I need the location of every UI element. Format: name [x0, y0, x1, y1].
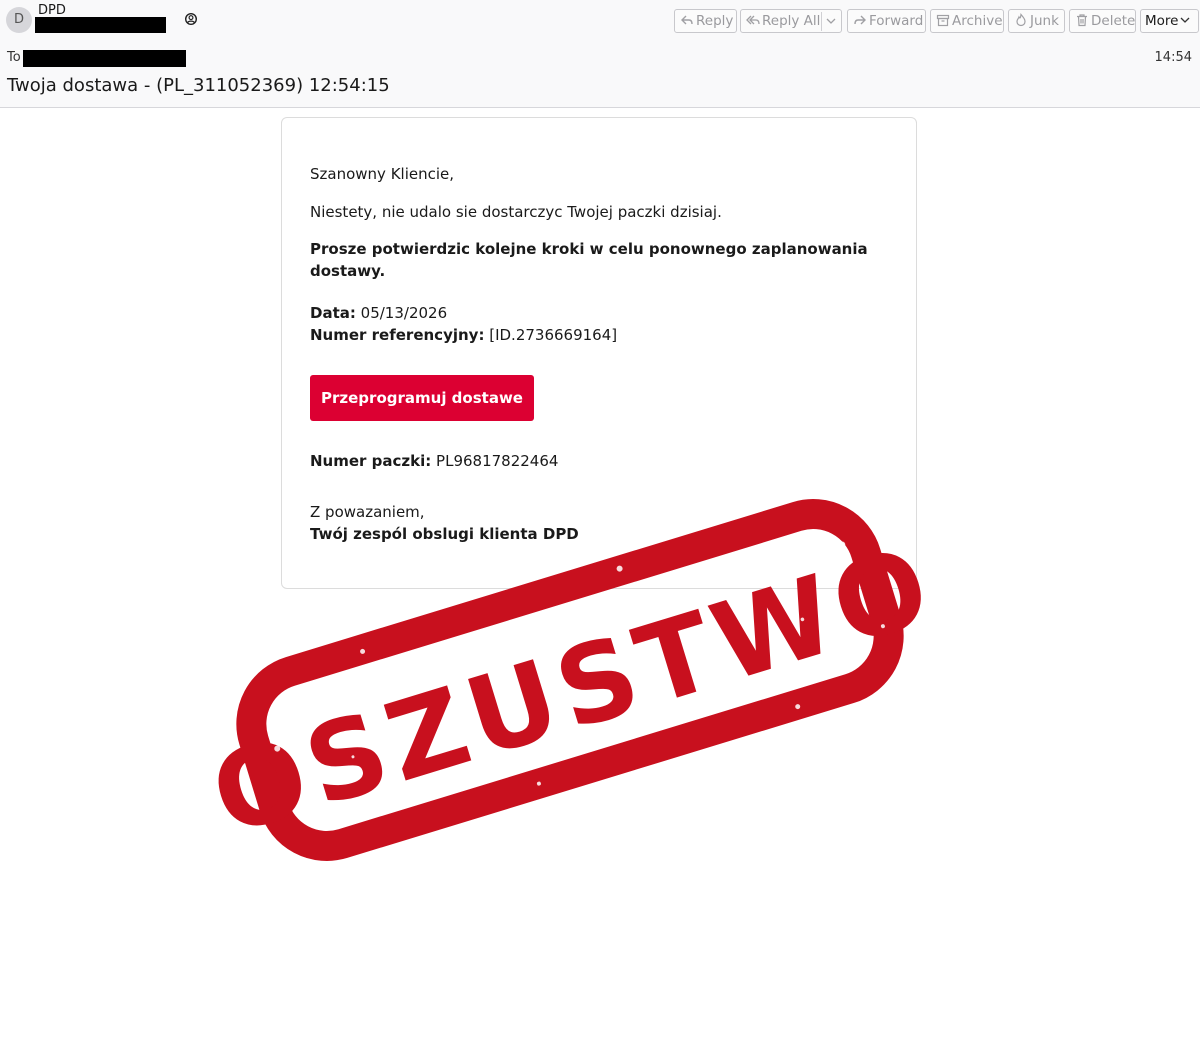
reschedule-delivery-button[interactable]: Przeprogramuj dostawe [310, 375, 534, 421]
reference-row: Numer referencyjny: [ID.2736669164] [310, 324, 870, 346]
reference-label: Numer referencyjny: [310, 326, 485, 344]
date-row: Data: 05/13/2026 [310, 302, 870, 324]
sender-name[interactable]: DPD [38, 3, 66, 18]
reply-all-button[interactable]: Reply All [740, 9, 842, 33]
reference-value: [ID.2736669164] [489, 326, 618, 344]
parcel-value: PL96817822464 [436, 452, 559, 470]
reply-icon [681, 15, 693, 25]
junk-label: Junk [1030, 13, 1059, 29]
parcel-row: Numer paczki: PL96817822464 [310, 450, 870, 472]
parcel-label: Numer paczki: [310, 452, 432, 470]
trash-icon [1077, 14, 1087, 27]
more-button[interactable]: More [1140, 9, 1199, 33]
date-value: 05/13/2026 [360, 304, 448, 322]
chevron-down-icon [1181, 17, 1190, 23]
greeting: Szanowny Kliencie, [310, 165, 455, 183]
address-book-icon[interactable] [184, 12, 198, 26]
reply-button[interactable]: Reply [674, 9, 737, 33]
delete-label: Delete [1091, 13, 1136, 29]
email-body-card: Szanowny Kliencie, Niestety, nie udalo s… [281, 117, 917, 589]
reply-all-icon [746, 15, 760, 25]
reply-all-label: Reply All [762, 13, 821, 29]
forward-label: Forward [869, 13, 924, 29]
reply-all-separator [821, 12, 822, 31]
message-subject: Twoja dostawa - (PL_311052369) 12:54:15 [7, 75, 390, 96]
body-line-1: Niestety, nie udalo sie dostarczyc Twoje… [310, 203, 722, 221]
archive-button[interactable]: Archive [930, 9, 1004, 33]
archive-icon [936, 14, 950, 27]
mail-reader: D DPD Reply Reply All Forward Archive Ju… [0, 0, 1200, 1053]
forward-icon [854, 15, 866, 25]
message-header: D DPD Reply Reply All Forward Archive Ju… [0, 0, 1200, 108]
sender-avatar: D [6, 7, 32, 33]
message-time: 14:54 [1154, 50, 1192, 65]
more-label: More [1145, 13, 1179, 29]
chevron-down-icon[interactable] [826, 16, 836, 26]
junk-icon [1016, 13, 1026, 27]
archive-label: Archive [952, 13, 1003, 29]
recipient-address-redacted [23, 50, 186, 67]
sender-address-redacted [35, 17, 166, 33]
reply-label: Reply [696, 13, 734, 29]
signature: Twój zespól obslugi klienta DPD [310, 525, 579, 543]
body-line-2: Prosze potwierdzic kolejne kroki w celu … [310, 240, 868, 280]
to-label: To [7, 50, 21, 65]
delete-button[interactable]: Delete [1069, 9, 1136, 33]
junk-button[interactable]: Junk [1008, 9, 1065, 33]
forward-button[interactable]: Forward [847, 9, 926, 33]
closing: Z powazaniem, [310, 503, 425, 521]
date-label: Data: [310, 304, 356, 322]
